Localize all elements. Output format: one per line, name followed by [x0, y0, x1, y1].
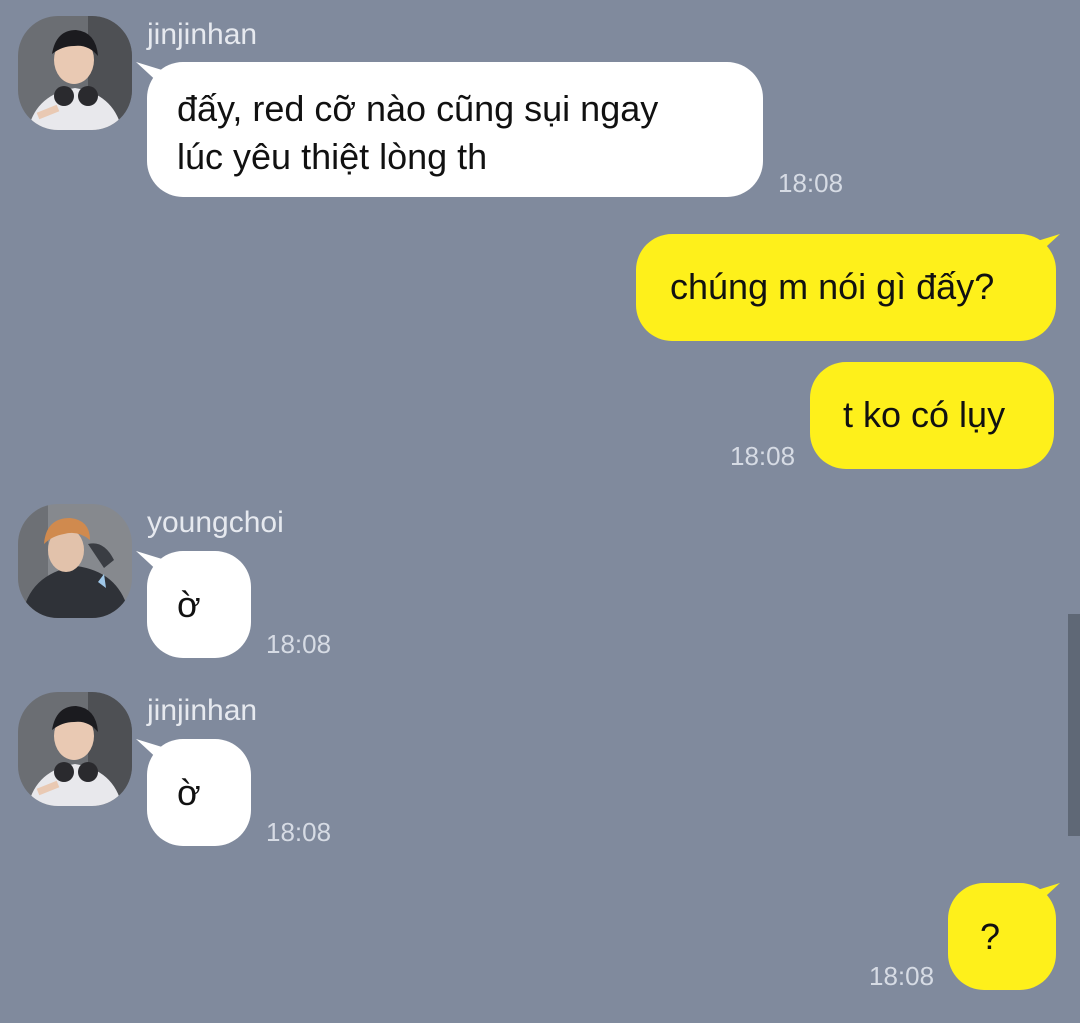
- scrollbar[interactable]: [1068, 614, 1080, 836]
- bubble-tail: [1034, 234, 1060, 258]
- message-text: ờ: [177, 584, 201, 625]
- message-time: 18:08: [266, 817, 332, 847]
- message-text: ờ: [177, 772, 201, 813]
- chat-area[interactable]: jinjinhan đấy, red cỡ nào cũng sụi ngay …: [0, 0, 1080, 1023]
- sender-name: jinjinhan: [147, 18, 258, 51]
- jinjinhan-avatar[interactable]: [18, 692, 132, 806]
- message-text: đấy, red cỡ nào cũng sụi ngay lúc yêu th…: [177, 88, 659, 177]
- message-text: t ko có lụy: [843, 394, 1006, 435]
- incoming-message-bubble[interactable]: đấy, red cỡ nào cũng sụi ngay lúc yêu th…: [147, 62, 763, 197]
- bubble-tail: [136, 551, 162, 575]
- outgoing-message-bubble[interactable]: t ko có lụy: [810, 362, 1054, 469]
- incoming-message-bubble[interactable]: ờ: [147, 739, 251, 846]
- bubble-tail: [136, 739, 162, 763]
- sender-name: jinjinhan: [147, 694, 258, 727]
- bubble-tail: [136, 62, 162, 86]
- message-time: 18:08: [778, 168, 844, 198]
- outgoing-message-bubble[interactable]: chúng m nói gì đấy?: [636, 234, 1056, 341]
- message-time: 18:08: [730, 441, 796, 471]
- message-time: 18:08: [266, 629, 332, 659]
- sender-name: youngchoi: [147, 506, 284, 539]
- message-time: 18:08: [869, 961, 935, 991]
- bubble-tail: [1034, 883, 1060, 907]
- incoming-message-bubble[interactable]: ờ: [147, 551, 251, 658]
- jinjinhan-avatar[interactable]: [18, 16, 132, 130]
- message-text: ?: [980, 916, 1001, 957]
- message-text: chúng m nói gì đấy?: [670, 266, 995, 307]
- youngchoi-avatar[interactable]: [18, 504, 132, 618]
